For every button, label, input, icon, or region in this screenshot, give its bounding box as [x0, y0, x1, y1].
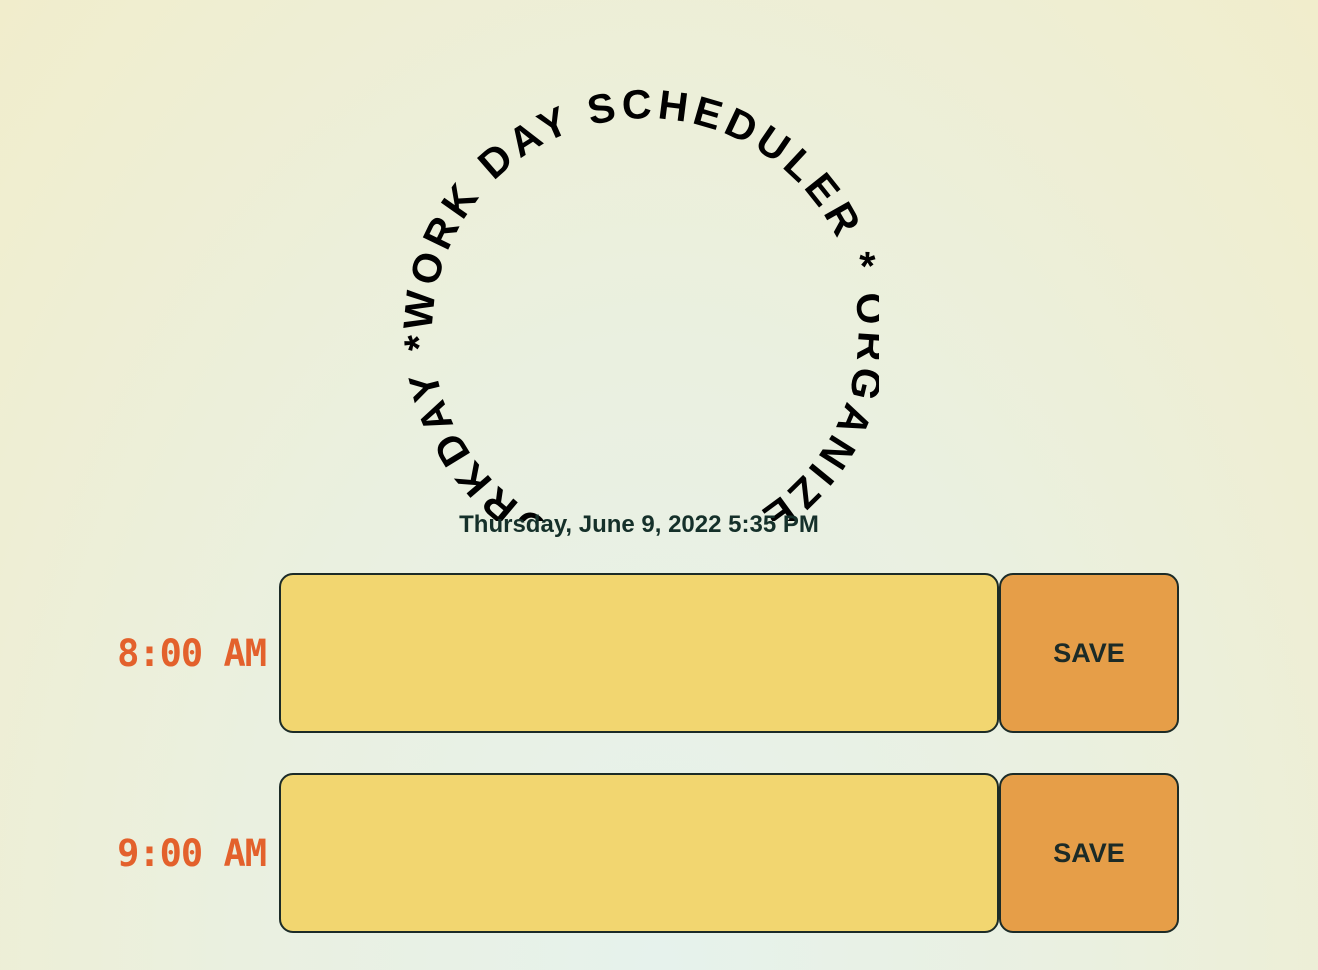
time-block-9am: 9:00 AM SAVE — [0, 773, 1318, 933]
current-datetime: Thursday, June 9, 2022 5:35 PM — [459, 511, 819, 538]
time-block-8am: 8:00 AM SAVE — [0, 573, 1318, 733]
task-input[interactable] — [279, 773, 999, 933]
save-button[interactable]: SAVE — [999, 773, 1179, 933]
circular-title-path: WORK DAY SCHEDULER * ORGANIZE YOUR WORKD… — [399, 81, 879, 521]
circular-title-logo: WORK DAY SCHEDULER * ORGANIZE YOUR WORKD… — [399, 81, 879, 521]
circular-title-text: WORK DAY SCHEDULER * ORGANIZE YOUR WORKD… — [399, 81, 879, 521]
hour-label: 8:00 AM — [117, 631, 267, 675]
save-button[interactable]: SAVE — [999, 573, 1179, 733]
hour-label: 9:00 AM — [117, 831, 267, 875]
task-input[interactable] — [279, 573, 999, 733]
